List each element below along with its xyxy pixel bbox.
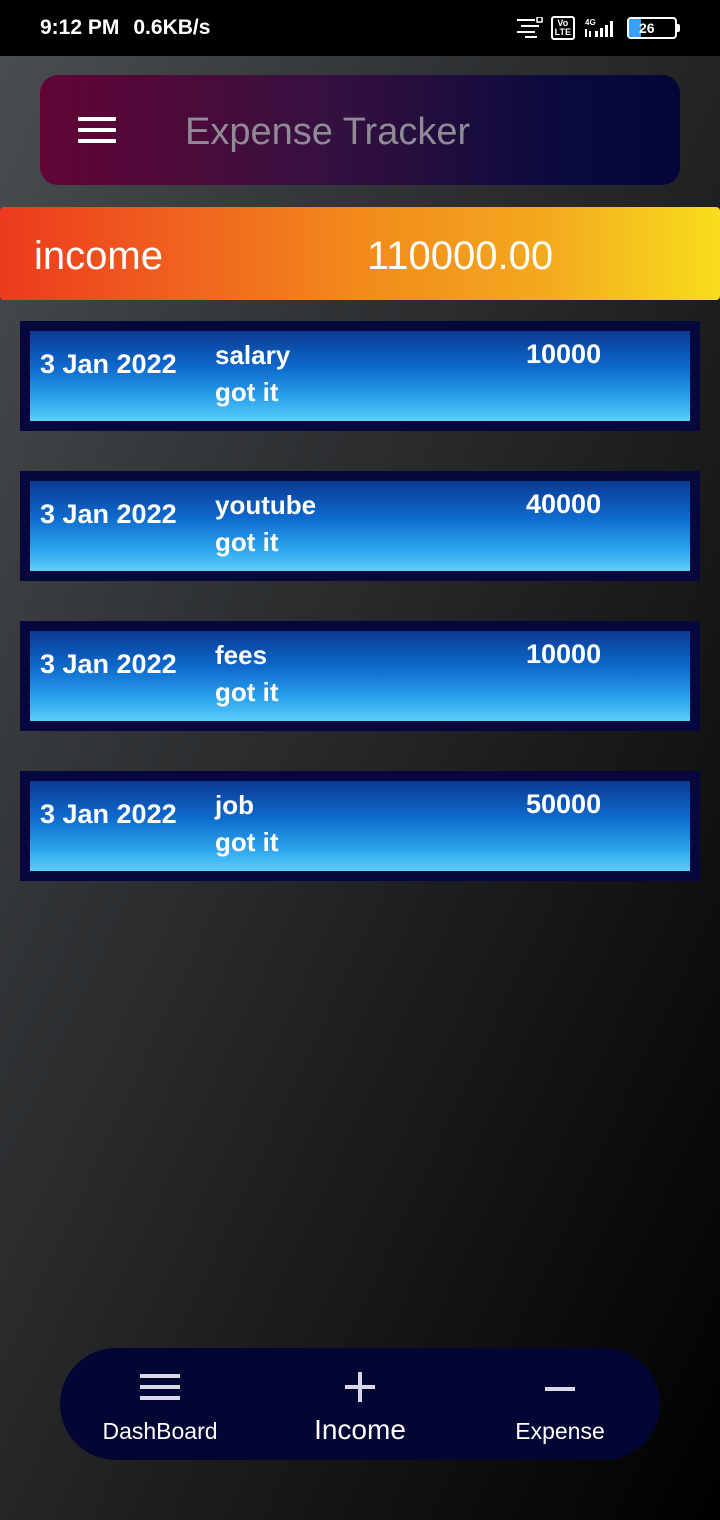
entry-date: 3 Jan 2022 bbox=[40, 649, 177, 679]
nav-income[interactable]: Income bbox=[260, 1348, 460, 1460]
battery-icon: 26 bbox=[627, 17, 680, 39]
entry-content: 3 Jan 2022 fees got it 10000 bbox=[30, 631, 690, 721]
income-entry-card[interactable]: 3 Jan 2022 fees got it 10000 bbox=[20, 621, 700, 731]
app-title: Expense Tracker bbox=[185, 111, 471, 153]
entry-date: 3 Jan 2022 bbox=[40, 349, 177, 379]
income-total: 110000.00 bbox=[367, 234, 554, 278]
status-time: 9:12 PM bbox=[40, 16, 120, 39]
entry-name: salary bbox=[215, 340, 291, 370]
entry-note: got it bbox=[215, 527, 279, 557]
income-label: income bbox=[34, 234, 163, 278]
minus-icon bbox=[460, 1370, 660, 1404]
entry-amount: 10000 bbox=[526, 339, 602, 369]
entry-content: 3 Jan 2022 youtube got it 40000 bbox=[30, 481, 690, 571]
app-bar: Expense Tracker bbox=[40, 75, 680, 185]
income-entry-card[interactable]: 3 Jan 2022 youtube got it 40000 bbox=[20, 471, 700, 581]
nav-expense[interactable]: Expense bbox=[460, 1348, 660, 1460]
entry-name: job bbox=[215, 790, 254, 820]
income-entry-card[interactable]: 3 Jan 2022 salary got it 10000 bbox=[20, 321, 700, 431]
notification-list-icon bbox=[516, 17, 543, 39]
entry-date: 3 Jan 2022 bbox=[40, 499, 177, 529]
entry-content: 3 Jan 2022 job got it 50000 bbox=[30, 781, 690, 871]
nav-dashboard-label: DashBoard bbox=[102, 1418, 218, 1444]
menu-icon bbox=[60, 1370, 260, 1404]
svg-text:4G: 4G bbox=[585, 18, 596, 27]
income-entry-card[interactable]: 3 Jan 2022 job got it 50000 bbox=[20, 771, 700, 881]
bottom-navigation: DashBoard Income Expense bbox=[60, 1348, 660, 1460]
entry-amount: 40000 bbox=[526, 489, 602, 519]
entry-note: got it bbox=[215, 827, 279, 857]
network-speed: 0.6KB/s bbox=[133, 16, 211, 39]
entry-amount: 10000 bbox=[526, 639, 602, 669]
nav-income-label: Income bbox=[314, 1414, 406, 1445]
nav-expense-label: Expense bbox=[515, 1418, 605, 1444]
entry-note: got it bbox=[215, 377, 279, 407]
entry-date: 3 Jan 2022 bbox=[40, 799, 177, 829]
nav-dashboard[interactable]: DashBoard bbox=[60, 1348, 260, 1460]
entry-content: 3 Jan 2022 salary got it 10000 bbox=[30, 331, 690, 421]
signal-icon: 4G bbox=[583, 17, 619, 39]
entry-amount: 50000 bbox=[526, 789, 602, 819]
battery-level: 26 bbox=[639, 20, 655, 36]
status-bar: 9:12 PM 0.6KB/s Vo LTE 4G 26 bbox=[0, 0, 720, 56]
hamburger-menu-icon[interactable] bbox=[78, 115, 116, 145]
income-summary-bar: income 110000.00 bbox=[0, 207, 720, 300]
status-icons: Vo LTE 4G 26 bbox=[516, 16, 680, 40]
volte-icon: Vo LTE bbox=[550, 16, 575, 40]
entry-note: got it bbox=[215, 677, 279, 707]
entry-name: youtube bbox=[215, 490, 317, 520]
entry-name: fees bbox=[215, 640, 268, 670]
plus-icon bbox=[260, 1370, 460, 1404]
